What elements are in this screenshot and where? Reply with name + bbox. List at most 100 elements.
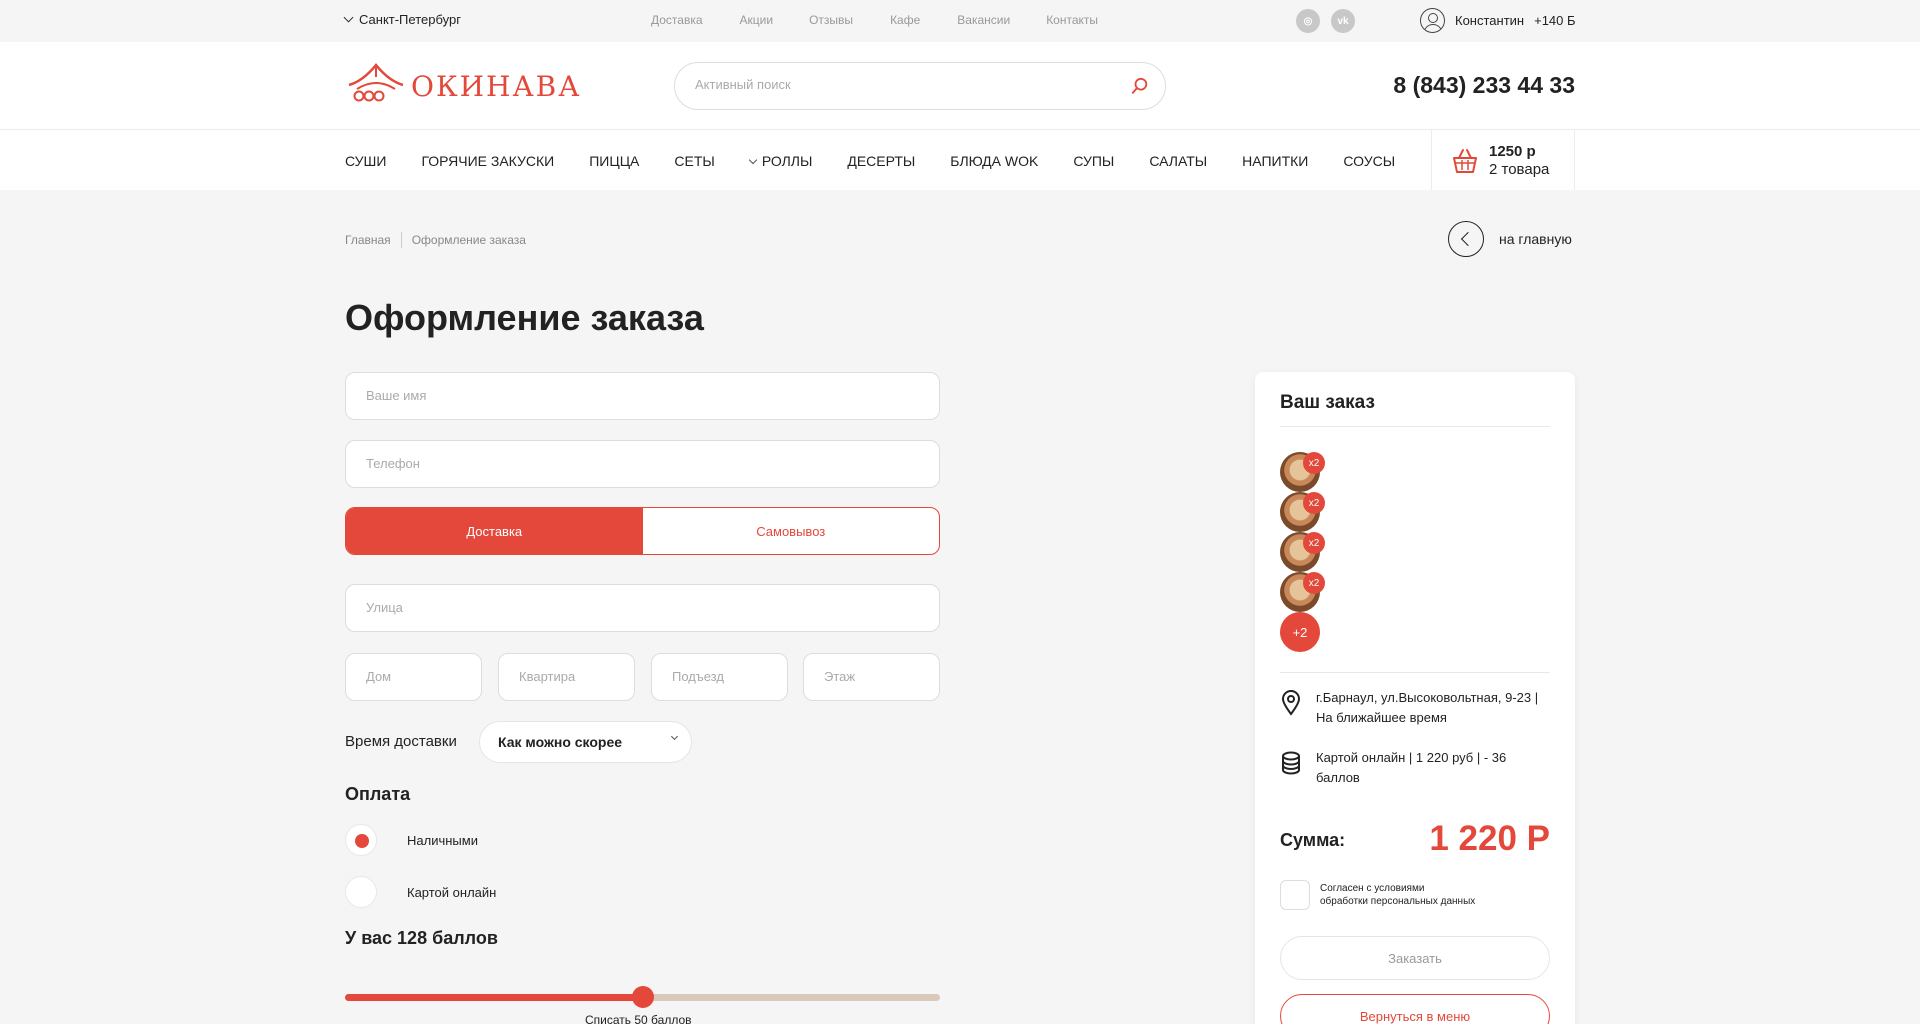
phone-number[interactable]: 8 (843) 233 44 33 (1393, 72, 1575, 99)
more-items-badge[interactable]: +2 (1280, 612, 1320, 652)
delivery-time-value: Как можно скорее (498, 734, 623, 750)
floor-field (803, 653, 940, 701)
top-nav-reviews[interactable]: Отзывы (809, 13, 853, 27)
pagoda-logo-icon (348, 62, 404, 101)
pay-cash-option[interactable]: Наличными (345, 824, 478, 856)
search-input[interactable] (695, 77, 1095, 92)
page-title: Оформление заказа (345, 297, 704, 338)
menu-item-desserts[interactable]: Десерты (847, 153, 915, 169)
breadcrumb-current: Оформление заказа (411, 233, 526, 247)
street-field (345, 584, 940, 632)
top-nav-promos[interactable]: Акции (740, 13, 774, 27)
menu-item-sauces[interactable]: Соусы (1343, 153, 1395, 169)
consent-checkbox[interactable] (1280, 880, 1310, 910)
search-box (674, 62, 1166, 110)
sum-label: Сумма: (1280, 830, 1346, 850)
name-field (345, 372, 940, 420)
menu-item-rolls-label: Роллы (761, 153, 813, 169)
menu-item-hot-snacks[interactable]: Горячие закуски (421, 153, 554, 169)
delivery-method-toggle: Доставка Самовывоз (345, 507, 940, 555)
back-to-menu-button[interactable]: Вернуться в меню (1280, 994, 1550, 1024)
top-nav-contacts[interactable]: Контакты (1046, 13, 1098, 27)
back-to-home-label: на главную (1499, 231, 1572, 247)
consent-row[interactable]: Согласен с условиями обработки персональ… (1280, 880, 1475, 910)
back-to-home-link[interactable]: на главную (1448, 221, 1572, 257)
vk-icon[interactable]: vk (1331, 9, 1355, 33)
order-item-qty-badge: x2 (1303, 532, 1325, 554)
pay-card-radio[interactable] (345, 876, 377, 908)
top-nav-delivery[interactable]: Доставка (651, 13, 703, 27)
pay-cash-label: Наличными (407, 832, 478, 848)
pay-card-label: Картой онлайн (407, 884, 497, 900)
delivery-time-select[interactable]: Как можно скорее (479, 721, 692, 763)
name-input[interactable] (366, 388, 871, 403)
menu-item-rolls[interactable]: Роллы (748, 153, 813, 169)
header: ОКИНАВА 8 (843) 233 44 33 (0, 42, 1920, 130)
chevron-down-icon (670, 732, 679, 741)
menu-item-soups[interactable]: Супы (1073, 153, 1114, 169)
points-slider-fill (345, 994, 643, 1001)
top-nav: Доставка Акции Отзывы Кафе Вакансии Конт… (651, 13, 1098, 27)
consent-text: Согласен с условиями обработки персональ… (1320, 882, 1475, 908)
category-menu: Суши Горячие закуски Пицца Сеты Роллы Де… (0, 130, 1920, 190)
breadcrumb-home[interactable]: Главная (345, 233, 391, 247)
top-bar: Санкт-Петербург Доставка Акции Отзывы Ка… (0, 0, 1920, 42)
order-payment: Картой онлайн | 1 220 руб | - 36 баллов (1316, 750, 1507, 785)
house-field (345, 653, 482, 701)
menu-item-wok[interactable]: Блюда WOK (950, 153, 1038, 169)
divider (1280, 426, 1550, 427)
city-selector[interactable]: Санкт-Петербург (343, 12, 461, 27)
logo-text: ОКИНАВА (411, 70, 582, 103)
delivery-time-label: Время доставки (345, 733, 457, 750)
location-pin-icon (1281, 690, 1301, 716)
search-icon[interactable] (1131, 77, 1149, 95)
breadcrumb-separator (400, 232, 402, 248)
menu-items: Суши Горячие закуски Пицца Сеты Роллы Де… (345, 153, 1430, 169)
cart-price: 1250 р (1489, 143, 1536, 160)
consent-line-2: обработки персональных данных (1320, 896, 1476, 907)
logo[interactable]: ОКИНАВА (345, 62, 581, 103)
order-summary-card: Ваш заказ x2 x2 x2 x2 +2 г.Барнаул, ул.В… (1255, 372, 1575, 1024)
top-nav-cafe[interactable]: Кафе (890, 13, 920, 27)
payment-title: Оплата (345, 784, 411, 804)
house-input[interactable] (366, 669, 481, 684)
coins-icon (1282, 751, 1300, 775)
basket-icon (1453, 149, 1477, 173)
entrance-field (651, 653, 788, 701)
flat-input[interactable] (519, 669, 634, 684)
menu-item-sushi[interactable]: Суши (345, 153, 386, 169)
pay-card-option[interactable]: Картой онлайн (345, 876, 496, 908)
entrance-input[interactable] (672, 669, 787, 684)
order-payment-row: Картой онлайн | 1 220 руб | - 36 баллов (1280, 748, 1552, 788)
user-points: +140 Б (1534, 13, 1576, 28)
order-item-qty-badge: x2 (1303, 572, 1325, 594)
pickup-option[interactable]: Самовывоз (643, 508, 940, 554)
menu-item-pizza[interactable]: Пицца (589, 153, 639, 169)
divider (1280, 672, 1550, 673)
cart-count: 2 товара (1489, 161, 1550, 178)
sum-value: 1 220 Р (1429, 819, 1550, 858)
points-slider-thumb[interactable] (631, 986, 654, 1008)
flat-field (498, 653, 635, 701)
floor-input[interactable] (824, 669, 939, 684)
social-links: ◎ vk (1296, 9, 1355, 33)
cart-button[interactable]: 1250 р 2 товара (1431, 130, 1575, 190)
order-item-qty-badge: x2 (1303, 492, 1325, 514)
top-nav-vacancies[interactable]: Вакансии (957, 13, 1010, 27)
phone-input[interactable] (366, 456, 871, 471)
phone-field (345, 440, 940, 488)
street-input[interactable] (366, 600, 871, 615)
user-icon (1420, 8, 1445, 33)
menu-item-sets[interactable]: Сеты (674, 153, 714, 169)
breadcrumb: Главная Оформление заказа (345, 232, 526, 248)
delivery-option[interactable]: Доставка (346, 508, 643, 554)
menu-item-drinks[interactable]: Напитки (1242, 153, 1308, 169)
user-account[interactable]: Константин +140 Б (1420, 8, 1576, 33)
menu-item-salads[interactable]: Салаты (1149, 153, 1207, 169)
points-slider-label: Списать 50 баллов (585, 1013, 692, 1024)
order-item-qty-badge: x2 (1303, 452, 1325, 474)
instagram-icon[interactable]: ◎ (1296, 9, 1320, 33)
place-order-button[interactable]: Заказать (1280, 936, 1550, 980)
pay-cash-radio[interactable] (345, 824, 377, 856)
points-slider[interactable] (345, 986, 940, 1008)
